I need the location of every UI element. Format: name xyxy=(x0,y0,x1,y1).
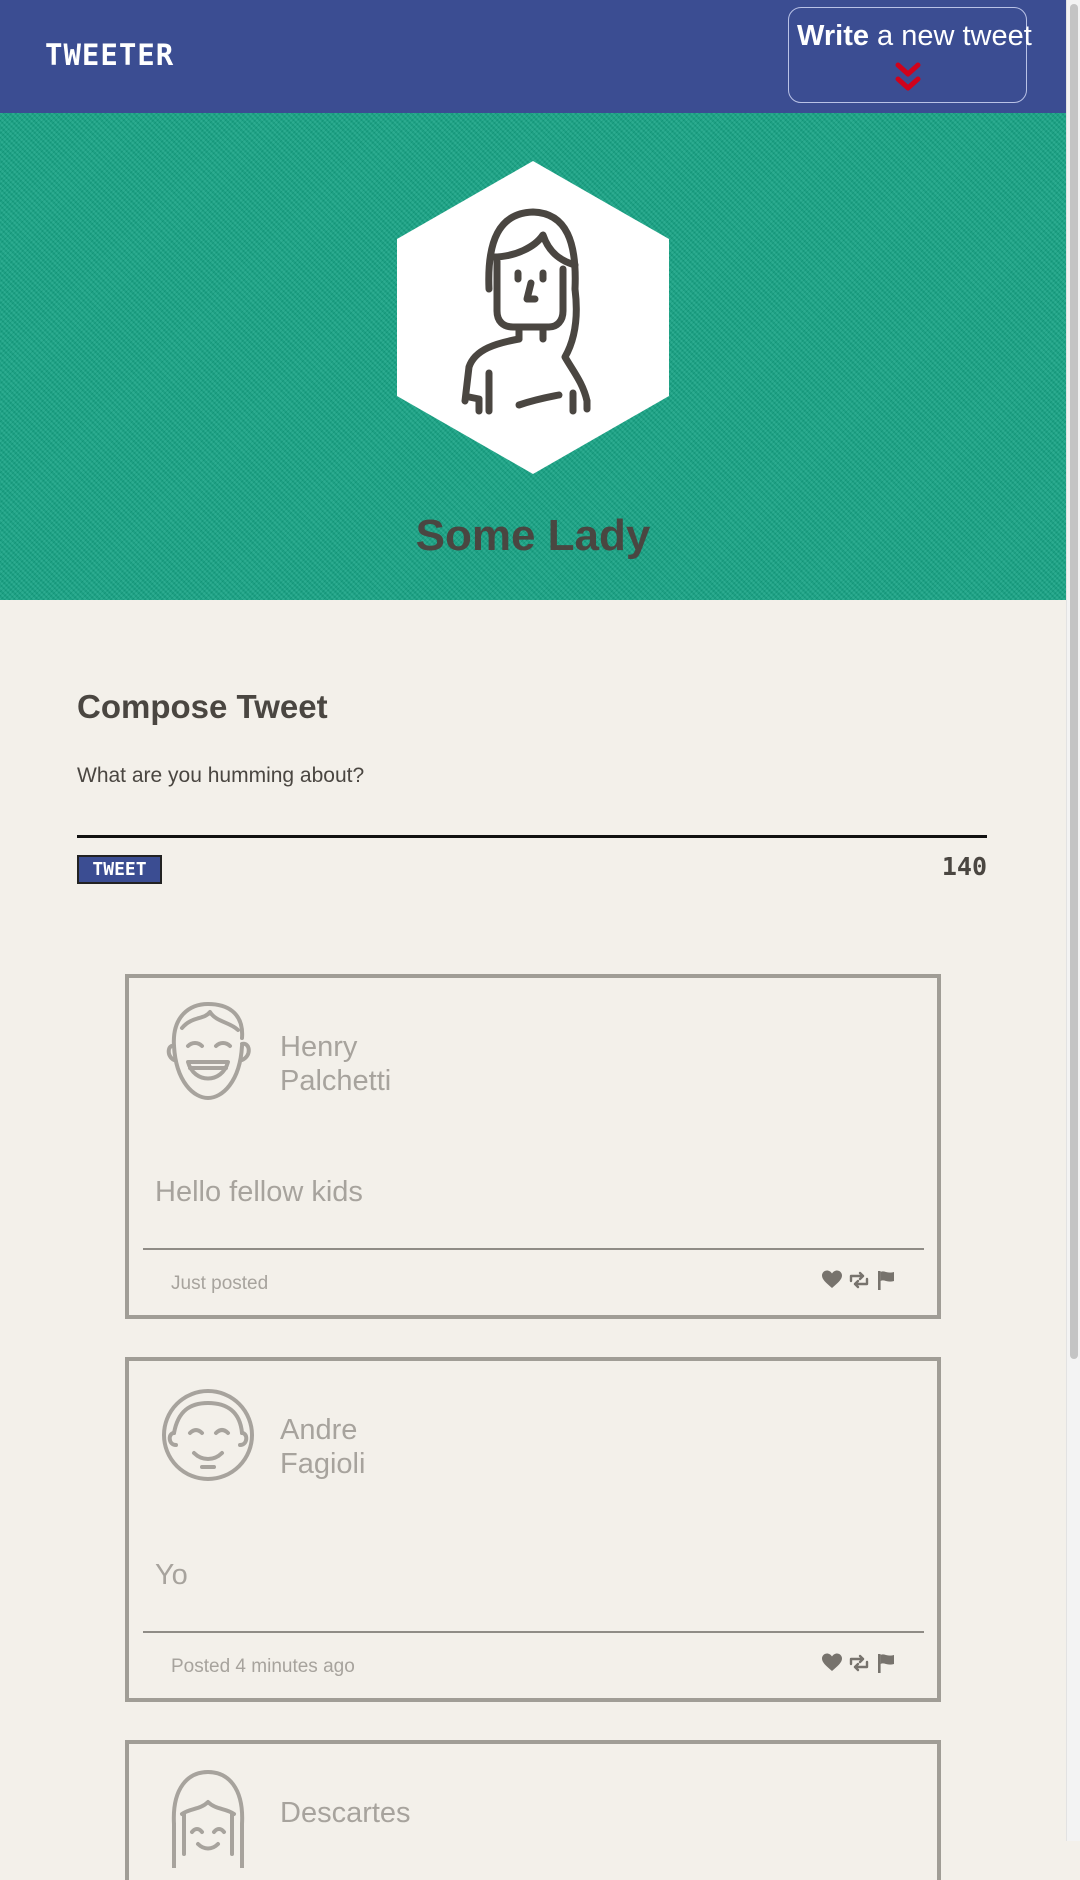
man-avatar-icon xyxy=(162,1389,254,1481)
flag-icon[interactable] xyxy=(875,1269,897,1291)
character-counter: 140 xyxy=(941,852,987,881)
author-last-name: Palchetti xyxy=(280,1065,392,1097)
tweet-input[interactable] xyxy=(77,756,987,838)
tweet-card: Andre Fagioli Yo Posted 4 minutes ago xyxy=(125,1357,941,1702)
author-first-name: Descartes xyxy=(280,1797,411,1829)
heart-icon[interactable] xyxy=(821,1652,843,1674)
a-new-tweet-text: a new tweet xyxy=(877,20,1032,52)
author-first-name: Henry xyxy=(280,1031,358,1063)
tweet-submit-button[interactable]: TWEET xyxy=(77,855,162,884)
tweet-author[interactable]: Andre Fagioli xyxy=(280,1413,365,1481)
brand-logo[interactable]: TWEETER xyxy=(45,38,174,72)
page-scrollbar[interactable] xyxy=(1066,0,1080,1841)
tweet-body: Hello fellow kids xyxy=(155,1176,363,1208)
tweet-card: Henry Palchetti Hello fellow kids Just p… xyxy=(125,974,941,1319)
profile-name: Some Lady xyxy=(415,511,651,560)
write-new-tweet-label: Write a new tweet xyxy=(797,20,1032,53)
profile-avatar xyxy=(397,161,669,474)
scrollbar-thumb[interactable] xyxy=(1070,4,1078,1359)
tweet-divider xyxy=(143,1631,924,1633)
tweet-body: Yo xyxy=(155,1559,188,1591)
tweet-actions xyxy=(821,1652,897,1676)
tweet-author[interactable]: Henry Palchetti xyxy=(280,1030,391,1098)
double-chevron-down-icon xyxy=(895,62,921,91)
tweet-timestamp: Just posted xyxy=(171,1273,269,1294)
tweet-author[interactable]: Descartes xyxy=(280,1796,411,1830)
compose-title: Compose Tweet xyxy=(77,688,328,725)
tweet-timestamp: Posted 4 minutes ago xyxy=(171,1656,355,1677)
tweet-divider xyxy=(143,1248,924,1250)
tweet-actions xyxy=(821,1269,897,1293)
write-new-tweet-button[interactable]: Write a new tweet xyxy=(788,7,1032,103)
flag-icon[interactable] xyxy=(875,1652,897,1674)
heart-icon[interactable] xyxy=(821,1269,843,1291)
retweet-icon[interactable] xyxy=(848,1269,870,1291)
write-word: Write xyxy=(797,20,869,52)
top-nav: TWEETER Write a new tweet xyxy=(0,0,1066,113)
bangs-avatar-icon xyxy=(171,1770,245,1868)
retweet-icon[interactable] xyxy=(848,1652,870,1674)
author-first-name: Andre xyxy=(280,1414,358,1446)
tweet-card: Descartes xyxy=(125,1740,941,1880)
author-last-name: Fagioli xyxy=(280,1448,366,1480)
profile-header: Some Lady xyxy=(0,113,1066,600)
smiling-man-avatar-icon xyxy=(166,1002,251,1100)
